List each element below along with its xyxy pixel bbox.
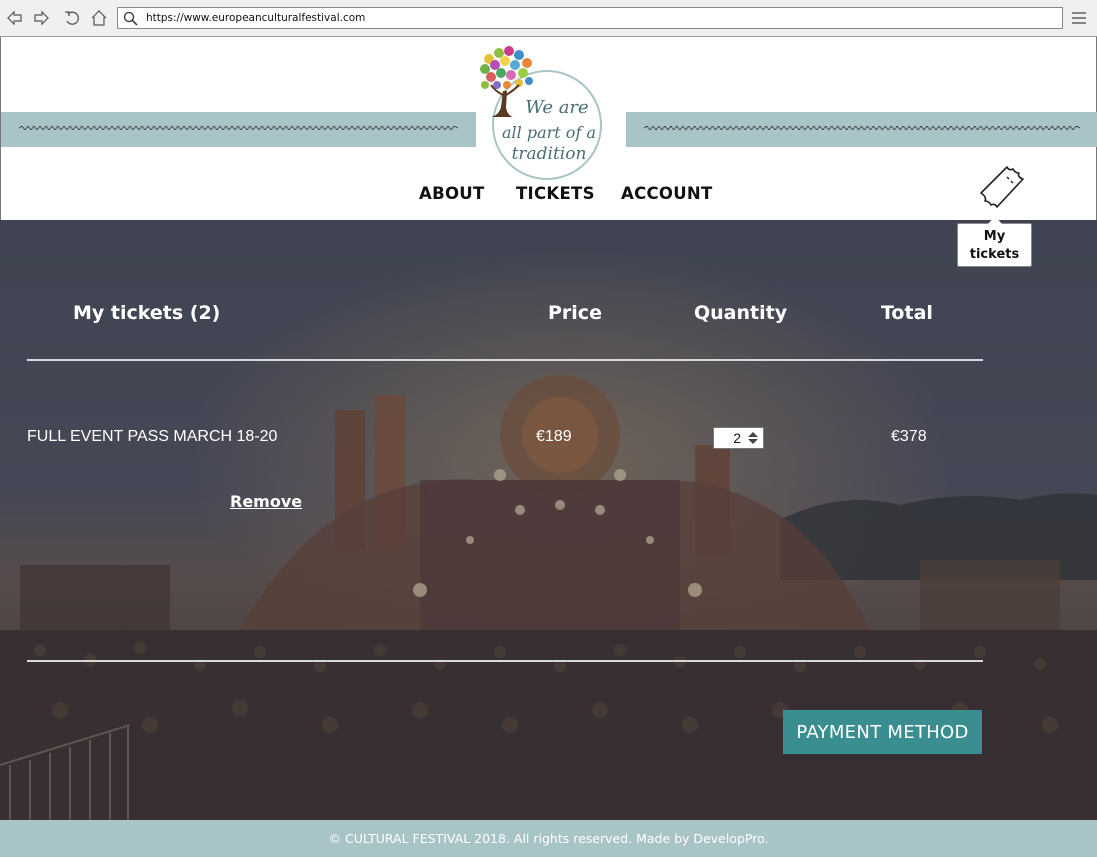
ticket-icon[interactable] (977, 163, 1029, 211)
quantity-stepper[interactable]: 2 (713, 427, 764, 449)
payment-method-button[interactable]: PAYMENT METHOD (783, 710, 982, 754)
remove-item-link[interactable]: Remove (230, 492, 302, 511)
svg-text:all part of a: all part of a (502, 123, 596, 142)
my-tickets-tooltip: My tickets (957, 216, 1032, 267)
header-band-left (1, 112, 476, 147)
footer-copyright: © CULTURAL FESTIVAL 2018. All rights res… (328, 831, 769, 846)
url-text: https://www.europeanculturalfestival.com (146, 12, 366, 24)
item-name: FULL EVENT PASS MARCH 18-20 (27, 428, 278, 445)
browser-toolbar: https://www.europeanculturalfestival.com (0, 0, 1097, 37)
footer: © CULTURAL FESTIVAL 2018. All rights res… (0, 820, 1097, 857)
nav-account[interactable]: ACCOUNT (621, 184, 713, 203)
forward-icon[interactable] (32, 9, 50, 27)
svg-text:tradition: tradition (512, 144, 587, 164)
col-price-header: Price (548, 302, 602, 324)
table-bottom-divider (27, 660, 983, 662)
nav-about[interactable]: ABOUT (419, 184, 485, 203)
search-icon (123, 11, 138, 26)
cart-section: My tickets (2) Price Quantity Total FULL… (0, 220, 1097, 820)
table-top-divider (27, 359, 983, 361)
main-nav: ABOUT TICKETS ACCOUNT (1, 182, 1097, 212)
nav-tickets[interactable]: TICKETS (516, 184, 595, 203)
item-price: €189 (536, 428, 572, 445)
cart-heading: My tickets (2) (73, 302, 221, 324)
col-quantity-header: Quantity (694, 302, 788, 324)
item-total: €378 (891, 428, 927, 445)
home-icon[interactable] (90, 9, 108, 27)
hamburger-menu-icon[interactable] (1069, 7, 1089, 29)
header-band-right (626, 112, 1097, 147)
back-icon[interactable] (6, 9, 24, 27)
site-header: We are all part of a tradition ABOUT TIC… (0, 37, 1097, 220)
quantity-value: 2 (733, 430, 741, 446)
col-total-header: Total (881, 302, 933, 324)
address-bar[interactable]: https://www.europeanculturalfestival.com (117, 7, 1063, 29)
svg-text:We are: We are (525, 97, 588, 118)
spinner-arrows-icon[interactable] (745, 430, 761, 446)
festival-logo[interactable]: We are all part of a tradition (473, 45, 613, 180)
reload-icon[interactable] (63, 9, 81, 27)
